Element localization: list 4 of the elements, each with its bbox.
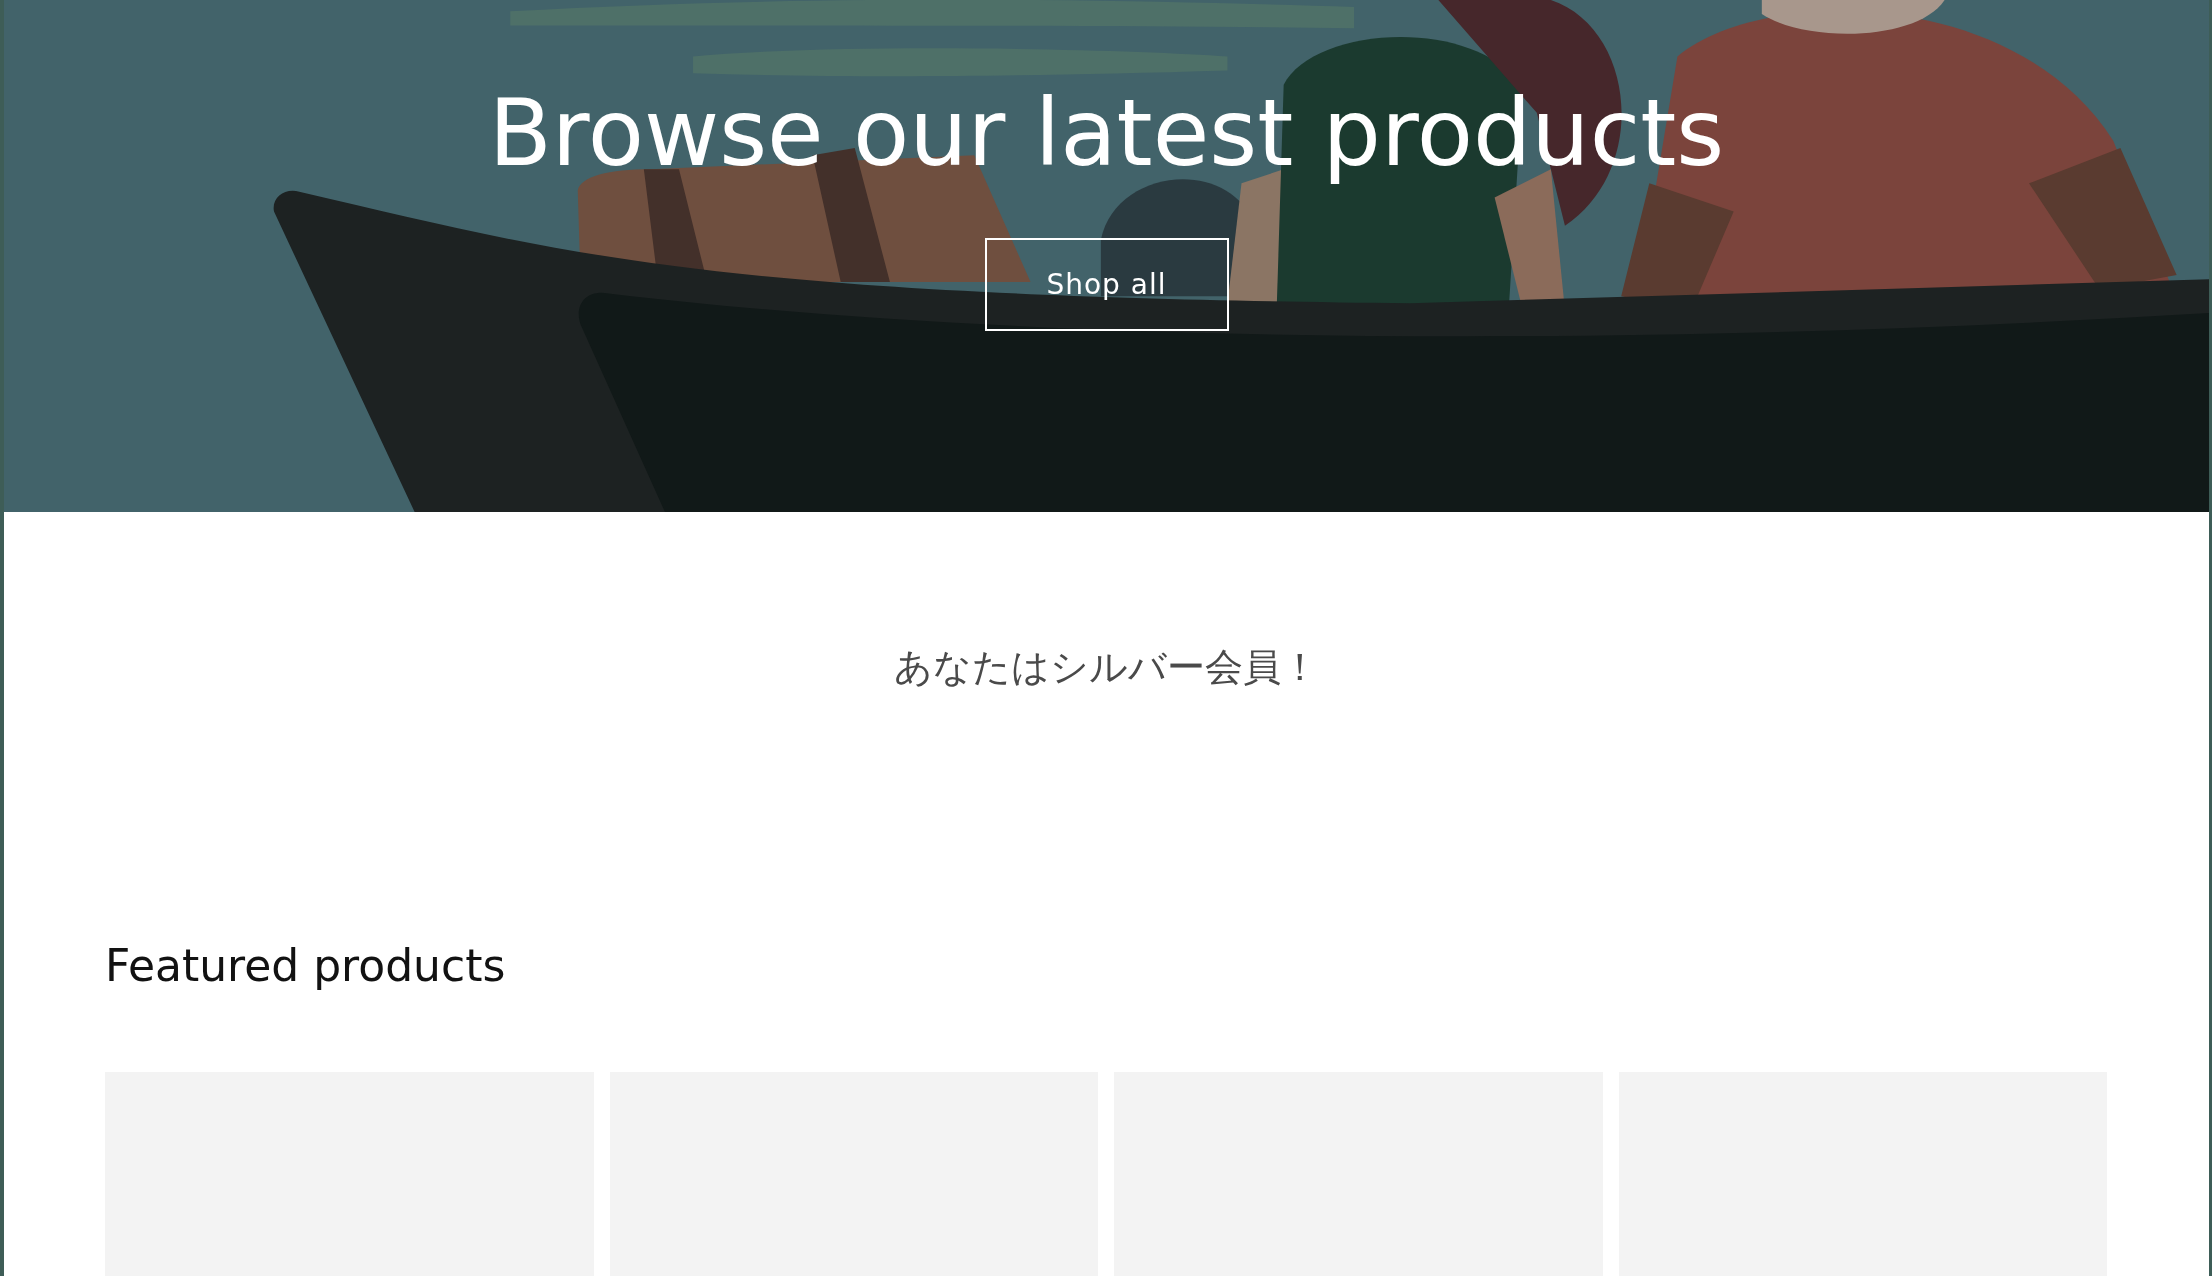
hero-title: Browse our latest products (488, 79, 1725, 189)
announcement-text: あなたはシルバー会員！ (894, 644, 1319, 691)
shop-all-button[interactable]: Shop all (984, 238, 1229, 331)
section-heading: Featured products (105, 939, 507, 993)
